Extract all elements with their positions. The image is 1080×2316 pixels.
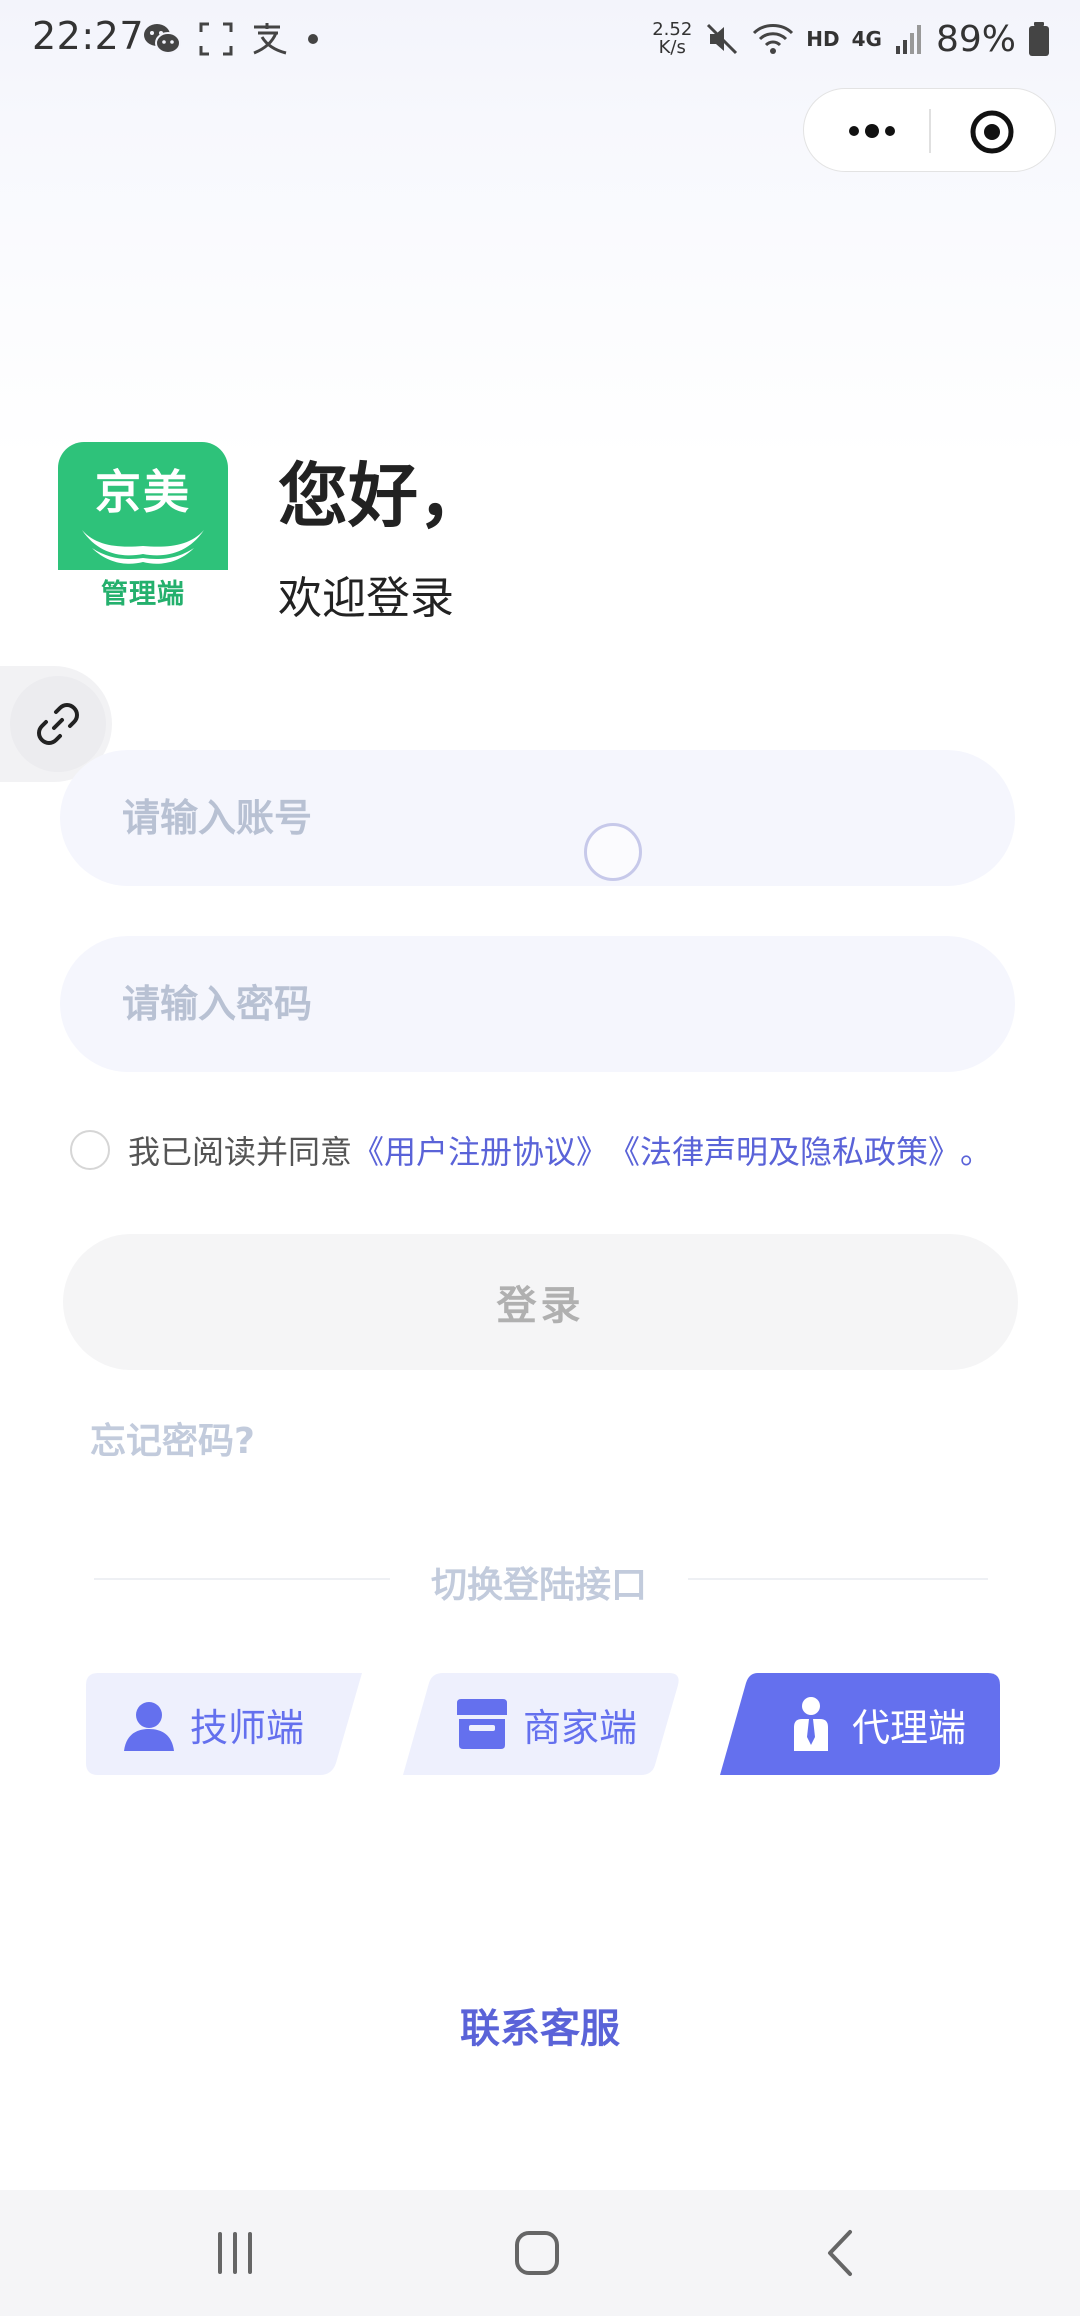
forgot-password-link[interactable]: 忘记密码? [90, 1412, 255, 1464]
screenshot-frame-icon [199, 22, 233, 56]
back-icon[interactable] [806, 2218, 876, 2288]
target-circle-icon[interactable] [969, 109, 1015, 155]
loading-spinner [584, 823, 642, 881]
home-icon[interactable] [502, 2218, 572, 2288]
status-notification-icons [142, 16, 320, 62]
wechat-icon [144, 24, 181, 54]
app-logo: 京美 管理端 [58, 442, 228, 614]
battery-icon [1029, 22, 1049, 56]
page-background [0, 0, 1080, 2190]
status-time: 22:27 [32, 14, 145, 58]
role-label-merchant: 商家端 [523, 1705, 638, 1750]
role-tab-merchant[interactable]: 商家端 [403, 1673, 681, 1775]
signal-icon [895, 25, 921, 54]
translate-icon [253, 23, 287, 55]
privacy-policy-link[interactable]: 《法律声明及隐私政策》 [608, 1127, 960, 1173]
welcome-subtitle: 欢迎登录 [278, 573, 454, 624]
account-field[interactable] [60, 750, 1015, 886]
user-agreement-link[interactable]: 《用户注册协议》 [352, 1127, 608, 1173]
net-speed: 2.52 K/s [652, 19, 693, 58]
status-system-icons: 2.52 K/s HD 4G 89% [652, 14, 1050, 64]
system-nav-bar [0, 2190, 1080, 2316]
switch-login-label: 切换登陆接口 [430, 1565, 647, 1606]
contact-service-link[interactable]: 联系客服 [0, 1996, 1080, 2054]
logo-subtitle: 管理端 [101, 579, 185, 610]
hands-icon [82, 530, 204, 564]
role-label-technician: 技师端 [190, 1705, 305, 1750]
dot-icon [308, 34, 318, 44]
divider-left [94, 1578, 390, 1580]
role-label-agent: 代理端 [852, 1705, 967, 1750]
divider-right [688, 1578, 988, 1580]
account-input[interactable] [122, 750, 982, 886]
miniprogram-capsule [803, 88, 1056, 172]
role-tab-content: 技师端 [120, 1673, 304, 1775]
status-bar: 22:27 2.52 K/s HD 4G 89% [0, 0, 1080, 80]
hd-indicator: HD [806, 27, 840, 51]
link-icon [37, 703, 79, 745]
mute-icon [707, 23, 738, 55]
capsule-divider [929, 109, 931, 153]
agreement-row: 我已阅读并同意 《用户注册协议》 《法律声明及隐私政策》 。 [70, 1126, 992, 1174]
role-tab-agent[interactable]: 代理端 [720, 1673, 1000, 1775]
password-input[interactable] [122, 936, 982, 1072]
person-icon [124, 1702, 174, 1751]
agreement-period: 。 [960, 1133, 993, 1171]
store-icon [457, 1699, 507, 1749]
login-button[interactable]: 登录 [63, 1234, 1018, 1370]
role-tab-technician[interactable]: 技师端 [86, 1673, 366, 1775]
agreement-checkbox[interactable] [70, 1130, 110, 1170]
wifi-icon [753, 24, 794, 54]
role-tab-content: 代理端 [782, 1673, 966, 1775]
agreement-text: 我已阅读并同意 [128, 1133, 353, 1171]
agent-icon [794, 1697, 828, 1751]
password-field[interactable] [60, 936, 1015, 1072]
recent-apps-icon[interactable] [200, 2218, 270, 2288]
more-dots-icon[interactable] [842, 117, 932, 145]
network-type: 4G [851, 27, 882, 51]
role-tab-content: 商家端 [453, 1673, 637, 1775]
battery-percent: 89% [935, 18, 1016, 60]
greeting-title: 您好， [278, 455, 488, 537]
floating-link-inner [10, 676, 106, 772]
